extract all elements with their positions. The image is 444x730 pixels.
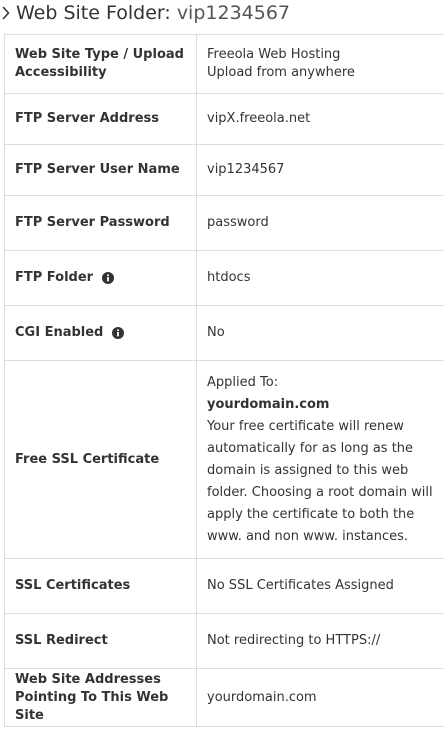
page-title-prefix: Web Site Folder: (16, 2, 171, 24)
row-label: Web Site Type / Upload Accessibility (5, 35, 197, 93)
info-icon[interactable] (112, 327, 125, 339)
page-title-folder: vip1234567 (176, 2, 291, 24)
row-label: FTP Folder (5, 251, 197, 305)
table-row-ssl-certificates: SSL Certificates No SSL Certificates Ass… (5, 559, 444, 614)
row-label: FTP Server User Name (5, 145, 197, 195)
table-row-free-ssl: Free SSL Certificate Applied To: yourdom… (5, 361, 444, 559)
folder-details-table: Web Site Type / Upload Accessibility Fre… (4, 34, 444, 727)
ftp-username-value: vip1234567 (207, 162, 285, 177)
ftp-folder-value: htdocs (207, 270, 251, 285)
table-row-ftp-password: FTP Server Password password (5, 196, 444, 251)
ssl-redirect-value: Not redirecting to HTTPS:// (207, 633, 381, 648)
ftp-address-value: vipX.freeola.net (207, 111, 311, 126)
table-row-ftp-folder: FTP Folder htdocs (5, 251, 444, 306)
info-icon[interactable] (102, 272, 115, 284)
ftp-folder-label: FTP Folder (15, 270, 94, 285)
ssl-applied-to-label: Applied To: (207, 374, 279, 390)
row-label: FTP Server Address (5, 94, 197, 144)
chevron-right-icon[interactable] (1, 0, 11, 26)
ssl-domain: yourdomain.com (207, 396, 330, 412)
upload-access-line: Upload from anywhere (207, 65, 355, 80)
cgi-label: CGI Enabled (15, 325, 104, 340)
row-label: Free SSL Certificate (5, 361, 197, 558)
table-row-ftp-address: FTP Server Address vipX.freeola.net (5, 94, 444, 145)
ssl-description: Your free certificate will renew automat… (207, 418, 433, 544)
row-label: SSL Certificates (5, 559, 197, 613)
free-ssl-value: Applied To: yourdomain.com Your free cer… (197, 361, 444, 558)
ftp-password-value: password (207, 215, 269, 230)
table-row-site-addresses: Web Site Addresses Pointing To This Web … (5, 669, 444, 727)
site-address-value: yourdomain.com (207, 689, 317, 705)
page-header: Web Site Folder: vip1234567 (0, 0, 444, 26)
cgi-value: No (207, 325, 225, 340)
row-label: SSL Redirect (5, 614, 197, 668)
table-row-cgi: CGI Enabled No (5, 306, 444, 361)
table-row-ftp-username: FTP Server User Name vip1234567 (5, 145, 444, 196)
row-value: Freeola Web Hosting Upload from anywhere (197, 35, 444, 93)
row-label: CGI Enabled (5, 306, 197, 360)
row-label: Web Site Addresses Pointing To This Web … (5, 669, 197, 726)
table-row-site-type: Web Site Type / Upload Accessibility Fre… (5, 35, 444, 94)
ssl-certificates-value: No SSL Certificates Assigned (207, 578, 394, 593)
row-label: FTP Server Password (5, 196, 197, 250)
table-row-ssl-redirect: SSL Redirect Not redirecting to HTTPS:// (5, 614, 444, 669)
site-type-line: Freeola Web Hosting (207, 47, 341, 62)
page-title: Web Site Folder: vip1234567 (16, 1, 290, 25)
